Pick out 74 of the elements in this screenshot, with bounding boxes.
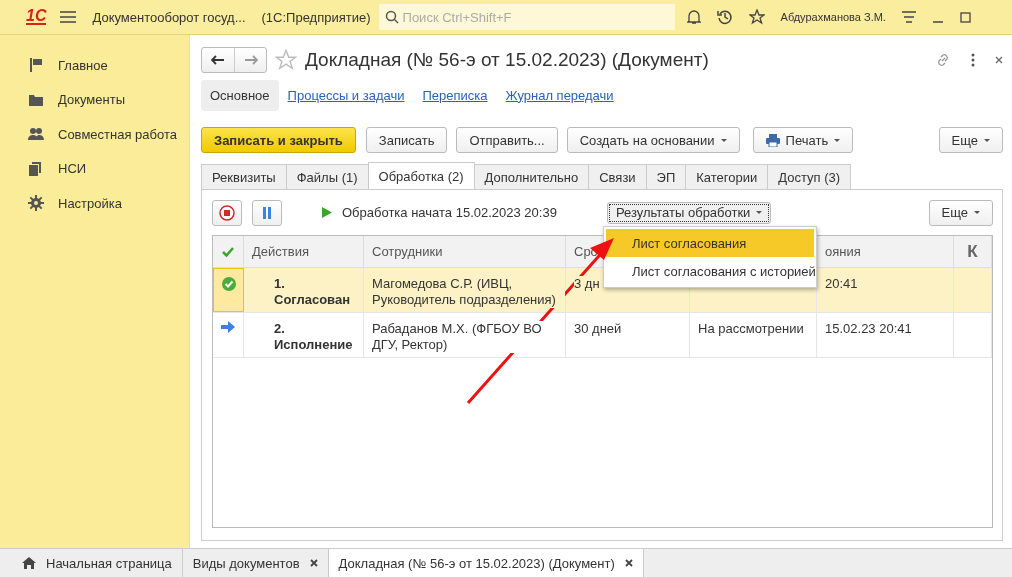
table-cell: 3 дн: [574, 276, 600, 292]
toolbar-button[interactable]: Записать: [365, 127, 448, 153]
right-arrow-icon: [243, 55, 258, 65]
section-link[interactable]: Журнал передачи: [496, 79, 623, 111]
maximize-icon[interactable]: [959, 11, 971, 23]
menu-icon[interactable]: [60, 11, 77, 23]
close-icon[interactable]: [624, 559, 633, 567]
menu-icon[interactable]: [901, 11, 916, 23]
toolbar-button[interactable]: Отправить...: [456, 127, 558, 153]
section-link[interactable]: Процессы и задачи: [278, 79, 414, 111]
document-title: Докладная (№ 56-э от 15.02.2023) (Документ): [305, 49, 710, 71]
open-tab[interactable]: Начальная страница: [12, 549, 183, 577]
column-header[interactable]: Сотрудники: [372, 244, 443, 259]
check-icon: [222, 246, 234, 257]
column-header[interactable]: К: [967, 241, 978, 262]
stop-icon: [219, 204, 235, 221]
star-icon[interactable]: [748, 9, 765, 25]
history-icon[interactable]: [716, 9, 733, 25]
stop-button[interactable]: [212, 199, 242, 226]
tab[interactable]: Доступ (3): [767, 164, 852, 189]
check-circle-icon: [221, 277, 236, 291]
sidebar-item[interactable]: Совместная работа: [0, 117, 177, 152]
column-header[interactable]: Действия: [252, 244, 309, 259]
home-icon: [22, 557, 36, 569]
copies-icon: [28, 160, 44, 177]
more-button[interactable]: Еще: [938, 127, 1003, 153]
sidebar-item[interactable]: НСИ: [0, 151, 87, 186]
people-icon: [28, 126, 44, 143]
process-status: Обработка начата 15.02.2023 20:39: [342, 205, 557, 220]
toolbar-button[interactable]: Записать и закрыть: [201, 127, 356, 153]
pause-button[interactable]: [252, 199, 282, 226]
tab[interactable]: ЭП: [645, 164, 687, 189]
left-arrow-icon: [211, 55, 225, 65]
app-logo: 1С: [26, 9, 47, 25]
section-link[interactable]: Основное: [201, 79, 279, 111]
pause-icon: [262, 206, 272, 219]
open-tab[interactable]: Докладная (№ 56-э от 15.02.2023) (Документ): [328, 549, 644, 577]
column-header[interactable]: ояния: [825, 244, 861, 259]
search-icon[interactable]: [384, 10, 399, 24]
menu-item[interactable]: Лист согласования: [606, 229, 814, 257]
table-cell: 30 дней: [574, 321, 622, 337]
sidebar-item[interactable]: Документы: [0, 82, 125, 117]
star-icon[interactable]: [275, 49, 297, 71]
sidebar-item[interactable]: Главное: [0, 48, 108, 83]
link-icon[interactable]: [935, 52, 951, 68]
printer-icon: [765, 133, 780, 147]
open-tab[interactable]: Виды документов: [182, 549, 329, 577]
search-field[interactable]: Поиск Ctrl+Shift+F: [402, 9, 653, 25]
sidebar-item[interactable]: Настройка: [0, 186, 122, 221]
bell-icon[interactable]: [686, 9, 701, 25]
results-dropdown[interactable]: Результаты обработки: [606, 201, 772, 224]
tab[interactable]: Файлы (1): [285, 164, 369, 189]
menu-item[interactable]: Лист согласования с историей: [606, 257, 814, 285]
toolbar-button[interactable]: Создать на основании: [566, 127, 740, 153]
more-icon[interactable]: [971, 53, 975, 67]
tab[interactable]: Реквизиты: [201, 164, 287, 189]
table-cell: Магомедова С.Р. (ИВЦ, Руководитель подразделения): [372, 276, 565, 308]
play-icon: [322, 207, 332, 218]
right-arrow-icon: [221, 321, 235, 333]
more-button[interactable]: Еще: [928, 199, 993, 226]
flag-icon: [28, 57, 44, 74]
print-button[interactable]: Печать: [752, 127, 854, 153]
app-title: Документооборот госуд...: [92, 9, 246, 25]
user-name[interactable]: Абдурахманова З.М.: [780, 11, 886, 23]
close-icon[interactable]: [309, 559, 318, 567]
search-box[interactable]: Поиск Ctrl+Shift+F: [378, 4, 675, 30]
tab[interactable]: Категории: [685, 164, 769, 189]
close-icon[interactable]: [995, 56, 1003, 64]
table-cell: На рассмотрении: [698, 321, 804, 337]
platform-name: (1С:Предприятие): [261, 9, 371, 25]
tab[interactable]: Связи: [588, 164, 647, 189]
section-link[interactable]: Переписка: [413, 79, 497, 111]
gear-icon: [28, 195, 44, 212]
tab[interactable]: Дополнительно: [473, 164, 590, 189]
